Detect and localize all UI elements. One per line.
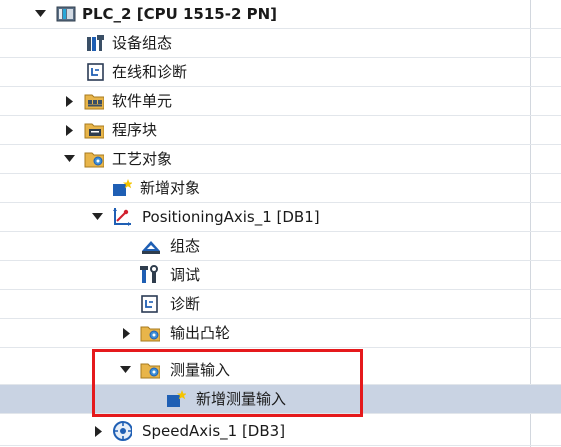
expanded-arrow-icon[interactable]: [63, 153, 75, 165]
tree-item-measuring-input[interactable]: 测量输入: [0, 356, 561, 385]
tree-item-positioning-axis[interactable]: PositioningAxis_1 [DB1]: [0, 203, 561, 232]
configuration-icon: [140, 236, 160, 256]
tree-item-label: 调试: [170, 266, 201, 284]
project-tree: PLC_2 [CPU 1515-2 PN] 设备组态 在线和诊断 软件单元 程序…: [0, 0, 561, 447]
tree-item-device-config[interactable]: 设备组态: [0, 29, 561, 58]
tree-item-add-measuring-input[interactable]: 新增测量输入: [0, 385, 561, 414]
tree-item-label: PLC_2 [CPU 1515-2 PN]: [82, 5, 278, 23]
tree-item-label: 软件单元: [112, 92, 173, 110]
plc-cpu-icon: [56, 4, 76, 24]
speed-axis-icon: [112, 421, 132, 441]
device-config-icon: [86, 33, 106, 53]
tree-item-label: 输出凸轮: [170, 324, 231, 342]
tree-item-label: 工艺对象: [112, 150, 173, 168]
tree-item-program-blocks[interactable]: 程序块: [0, 116, 561, 145]
tree-item-speed-axis[interactable]: SpeedAxis_1 [DB3]: [0, 417, 561, 446]
collapsed-arrow-icon[interactable]: [64, 124, 76, 136]
tree-item-technology-objects[interactable]: 工艺对象: [0, 145, 561, 174]
tree-item-label: 新增测量输入: [196, 390, 287, 408]
expanded-arrow-icon[interactable]: [91, 211, 103, 223]
software-units-folder-icon: [84, 91, 104, 111]
tree-item-label: PositioningAxis_1 [DB1]: [142, 208, 320, 226]
output-cams-folder-icon: [140, 323, 160, 343]
online-diagnostics-icon: [86, 62, 106, 82]
tree-item-diagnostics[interactable]: 诊断: [0, 290, 561, 319]
positioning-axis-icon: [112, 207, 132, 227]
tree-item-label: 诊断: [170, 295, 201, 313]
tree-item-label: SpeedAxis_1 [DB3]: [142, 422, 286, 440]
add-new-object-icon: [112, 178, 132, 198]
tree-item-label: 新增对象: [140, 179, 201, 197]
tree-item-label: 程序块: [112, 121, 158, 139]
tree-item-label: 测量输入: [170, 361, 231, 379]
tree-item-commissioning[interactable]: 调试: [0, 261, 561, 290]
tree-item-label: 组态: [170, 237, 201, 255]
expanded-arrow-icon[interactable]: [34, 8, 46, 20]
tree-item-label: 在线和诊断: [112, 63, 188, 81]
tree-item-add-new-object[interactable]: 新增对象: [0, 174, 561, 203]
technology-objects-folder-icon: [84, 149, 104, 169]
collapsed-arrow-icon[interactable]: [121, 327, 133, 339]
commissioning-icon: [140, 265, 160, 285]
tree-item-software-units[interactable]: 软件单元: [0, 87, 561, 116]
measuring-input-folder-icon: [140, 360, 160, 380]
diagnostics-icon: [140, 294, 160, 314]
expanded-arrow-icon[interactable]: [119, 364, 131, 376]
tree-item-configuration[interactable]: 组态: [0, 232, 561, 261]
tree-item-output-cams[interactable]: 输出凸轮: [0, 319, 561, 348]
collapsed-arrow-icon[interactable]: [64, 95, 76, 107]
collapsed-arrow-icon[interactable]: [93, 425, 105, 437]
tree-item-label: 设备组态: [112, 34, 173, 52]
program-blocks-folder-icon: [84, 120, 104, 140]
add-measuring-input-icon: [166, 389, 186, 409]
tree-item-plc2[interactable]: PLC_2 [CPU 1515-2 PN]: [0, 0, 561, 29]
tree-item-online-diagnostics[interactable]: 在线和诊断: [0, 58, 561, 87]
